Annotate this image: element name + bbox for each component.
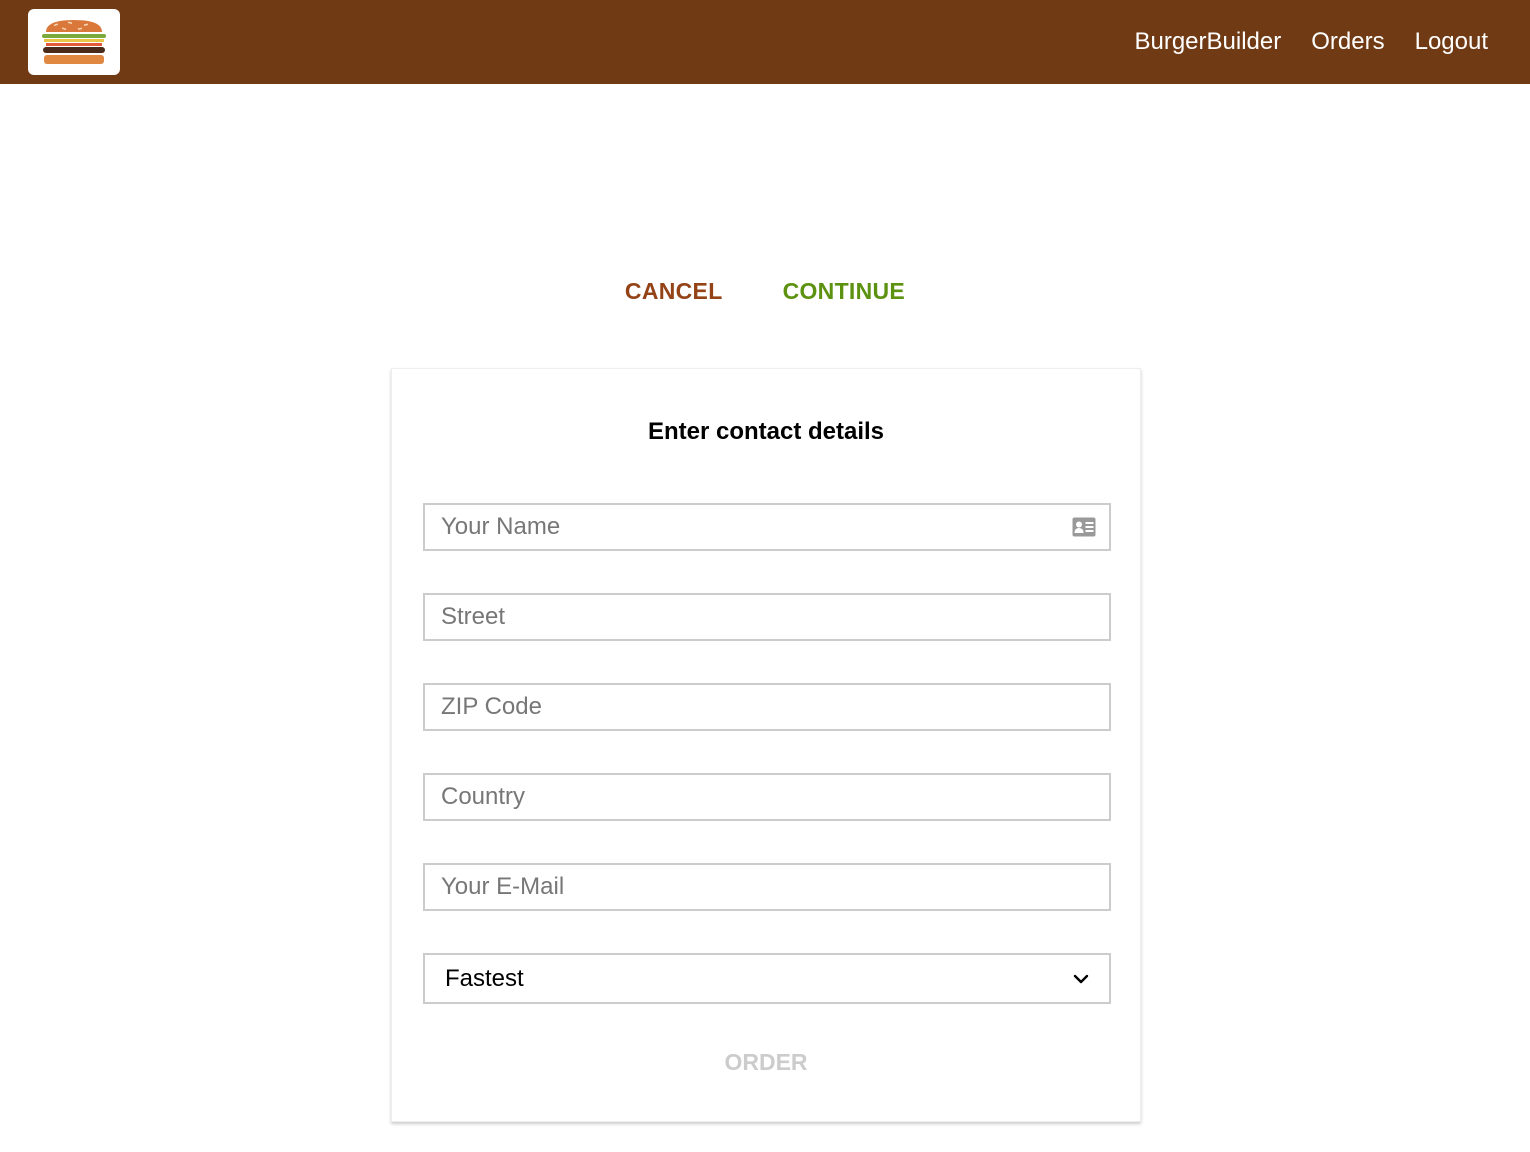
continue-button[interactable]: CONTINUE	[753, 278, 936, 305]
main-nav: BurgerBuilder Orders Logout	[1104, 0, 1488, 84]
street-field	[423, 593, 1111, 641]
email-input[interactable]	[425, 865, 1109, 909]
nav-link-logout[interactable]: Logout	[1415, 28, 1488, 56]
order-button[interactable]: ORDER	[392, 1049, 1140, 1076]
form-title: Enter contact details	[647, 418, 885, 445]
toolbar: BurgerBuilder Orders Logout	[0, 0, 1530, 84]
chevron-down-icon	[1073, 974, 1089, 983]
nav-link-orders[interactable]: Orders	[1311, 28, 1384, 56]
street-input[interactable]	[425, 595, 1109, 639]
checkout-actions: CANCEL CONTINUE	[0, 278, 1530, 305]
contact-form-card: Enter contact details Fastest ORDER	[391, 368, 1141, 1122]
burger-logo-icon	[42, 20, 106, 64]
zip-code-field	[423, 683, 1111, 731]
country-field	[423, 773, 1111, 821]
logo[interactable]	[28, 9, 120, 75]
country-input[interactable]	[425, 775, 1109, 819]
cancel-button[interactable]: CANCEL	[595, 278, 753, 305]
delivery-method-value: Fastest	[445, 964, 524, 992]
name-input[interactable]	[425, 505, 1109, 549]
delivery-method-select[interactable]: Fastest	[423, 953, 1111, 1004]
nav-link-burger-builder[interactable]: BurgerBuilder	[1134, 28, 1281, 56]
zip-code-input[interactable]	[425, 685, 1109, 729]
name-field	[423, 503, 1111, 551]
email-field	[423, 863, 1111, 911]
contact-card-icon	[1072, 517, 1096, 537]
